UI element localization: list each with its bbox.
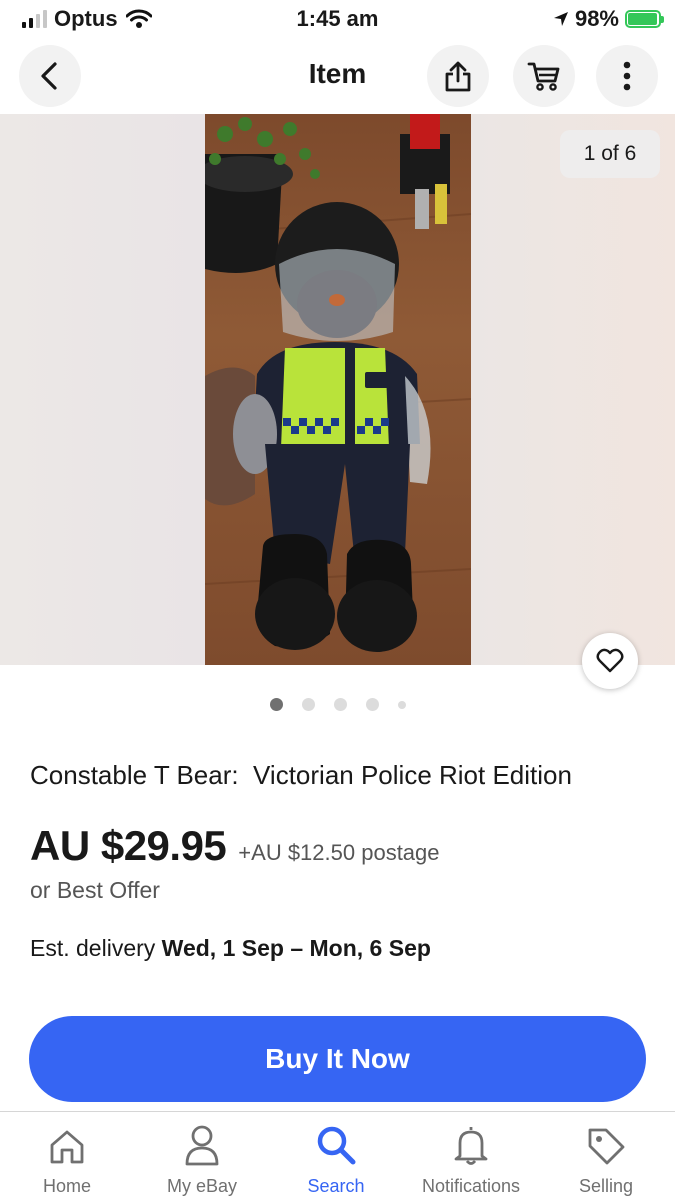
tab-notifications[interactable]: Notifications	[406, 1112, 536, 1201]
buy-it-now-button[interactable]: Buy It Now	[29, 1016, 646, 1102]
nav-bar: Item	[0, 38, 675, 114]
cart-icon	[527, 62, 560, 91]
battery-percent: 98%	[574, 6, 619, 31]
share-icon	[445, 61, 471, 92]
gallery-pagination	[0, 698, 675, 711]
best-offer-text: or Best Offer	[30, 877, 160, 903]
status-bar: Optus 1:45 am 98%	[0, 0, 675, 38]
pagination-dot[interactable]	[301, 698, 315, 711]
tab-search[interactable]: Search	[271, 1112, 401, 1201]
share-button[interactable]	[427, 45, 489, 107]
tab-my-ebay[interactable]: My eBay	[137, 1112, 267, 1201]
pagination-dot[interactable]	[365, 698, 379, 711]
heart-icon	[596, 648, 624, 673]
tab-label: Notifications	[421, 1176, 521, 1196]
delivery-label: Est. delivery	[30, 935, 162, 961]
estimated-delivery: Est. delivery Wed, 1 Sep – Mon, 6 Sep	[30, 935, 431, 962]
pagination-dot[interactable]	[397, 700, 406, 709]
price-row: AU $29.95 +AU $12.50 postage	[30, 822, 440, 870]
battery-icon	[625, 10, 664, 28]
tab-label: My eBay	[166, 1176, 238, 1196]
pagination-dot[interactable]	[269, 698, 283, 711]
more-vertical-icon	[623, 61, 631, 91]
person-icon	[185, 1125, 219, 1166]
item-image-gallery[interactable]	[0, 114, 675, 665]
bell-icon	[454, 1127, 488, 1165]
search-icon	[317, 1126, 356, 1165]
status-right: 98%	[553, 6, 664, 32]
tab-home[interactable]: Home	[2, 1112, 132, 1201]
tag-icon	[588, 1128, 625, 1165]
item-price: AU $29.95	[30, 822, 227, 869]
cart-button[interactable]	[513, 45, 575, 107]
postage-cost: +AU $12.50 postage	[238, 840, 440, 865]
item-photo	[205, 114, 471, 665]
tab-label: Home	[42, 1176, 91, 1196]
pagination-dot[interactable]	[333, 698, 347, 711]
bear-photo-illustration	[205, 114, 471, 652]
item-title: Constable T Bear: Victorian Police Riot …	[30, 760, 572, 790]
tab-label: Search	[307, 1176, 365, 1196]
tab-bar: Home My eBay Search Notifications Sellin…	[0, 1111, 675, 1201]
tab-label: Selling	[578, 1176, 634, 1196]
image-counter: 1 of 6	[560, 130, 660, 178]
tab-selling[interactable]: Selling	[541, 1112, 671, 1201]
delivery-dates: Wed, 1 Sep – Mon, 6 Sep	[161, 935, 431, 961]
more-options-button[interactable]	[596, 45, 658, 107]
location-arrow-icon	[553, 12, 568, 26]
home-icon	[50, 1130, 84, 1164]
watch-button[interactable]	[582, 633, 638, 689]
